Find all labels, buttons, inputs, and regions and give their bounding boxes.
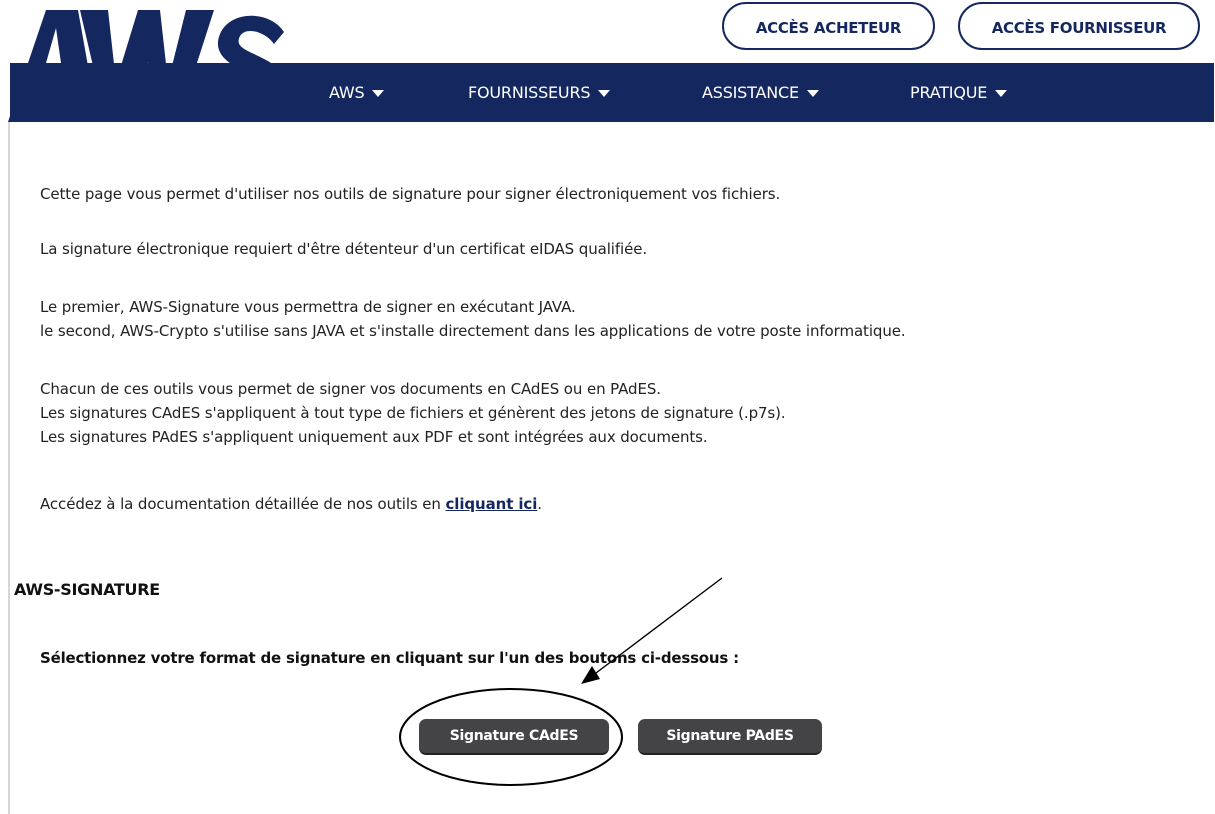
supplier-access-button[interactable]: ACCÈS FOURNISSEUR: [958, 2, 1200, 50]
caret-down-icon: [372, 90, 385, 97]
text-line: Les signatures CAdES s'appliquent à tout…: [40, 404, 786, 422]
documentation-paragraph: Accédez à la documentation détaillée de …: [40, 492, 542, 516]
certificate-paragraph: La signature électronique requiert d'êtr…: [40, 237, 647, 261]
buyer-access-button[interactable]: ACCÈS ACHETEUR: [722, 2, 935, 50]
text-line: Le premier, AWS-Signature vous permettra…: [40, 298, 576, 316]
nav-fournisseurs[interactable]: FOURNISSEURS: [468, 63, 611, 122]
nav-fournisseurs-label: FOURNISSEURS: [468, 83, 591, 102]
doc-text-suffix: .: [537, 495, 542, 513]
nav-assistance[interactable]: ASSISTANCE: [702, 63, 819, 122]
nav-pratique-label: PRATIQUE: [910, 83, 988, 102]
intro-paragraph: Cette page vous permet d'utiliser nos ou…: [40, 182, 780, 206]
documentation-link[interactable]: cliquant ici: [446, 495, 538, 513]
doc-text-prefix: Accédez à la documentation détaillée de …: [40, 495, 446, 513]
page-border: [8, 122, 10, 814]
text-line: le second, AWS-Crypto s'utilise sans JAV…: [40, 322, 906, 340]
text-line: Chacun de ces outils vous permet de sign…: [40, 380, 661, 398]
signature-pades-button[interactable]: Signature PAdES: [638, 719, 822, 755]
nav-aws-label: AWS: [329, 83, 365, 102]
formats-paragraph: Chacun de ces outils vous permet de sign…: [40, 377, 786, 449]
text-line: La signature électronique requiert d'êtr…: [40, 240, 647, 258]
signature-cades-button[interactable]: Signature CAdES: [419, 719, 609, 755]
text-line: Les signatures PAdES s'appliquent unique…: [40, 428, 708, 446]
caret-down-icon: [995, 90, 1008, 97]
nav-assistance-label: ASSISTANCE: [702, 83, 799, 102]
section-title: AWS-SIGNATURE: [14, 580, 160, 599]
pointer-arrowhead: [581, 666, 600, 684]
nav-pratique[interactable]: PRATIQUE: [910, 63, 1008, 122]
tools-paragraph: Le premier, AWS-Signature vous permettra…: [40, 295, 906, 343]
caret-down-icon: [806, 90, 819, 97]
main-navbar: AWS FOURNISSEURS ASSISTANCE PRATIQUE: [10, 63, 1214, 122]
caret-down-icon: [598, 90, 611, 97]
nav-aws[interactable]: AWS: [329, 63, 385, 122]
text-line: Cette page vous permet d'utiliser nos ou…: [40, 185, 781, 203]
instruction-text: Sélectionnez votre format de signature e…: [40, 649, 739, 667]
